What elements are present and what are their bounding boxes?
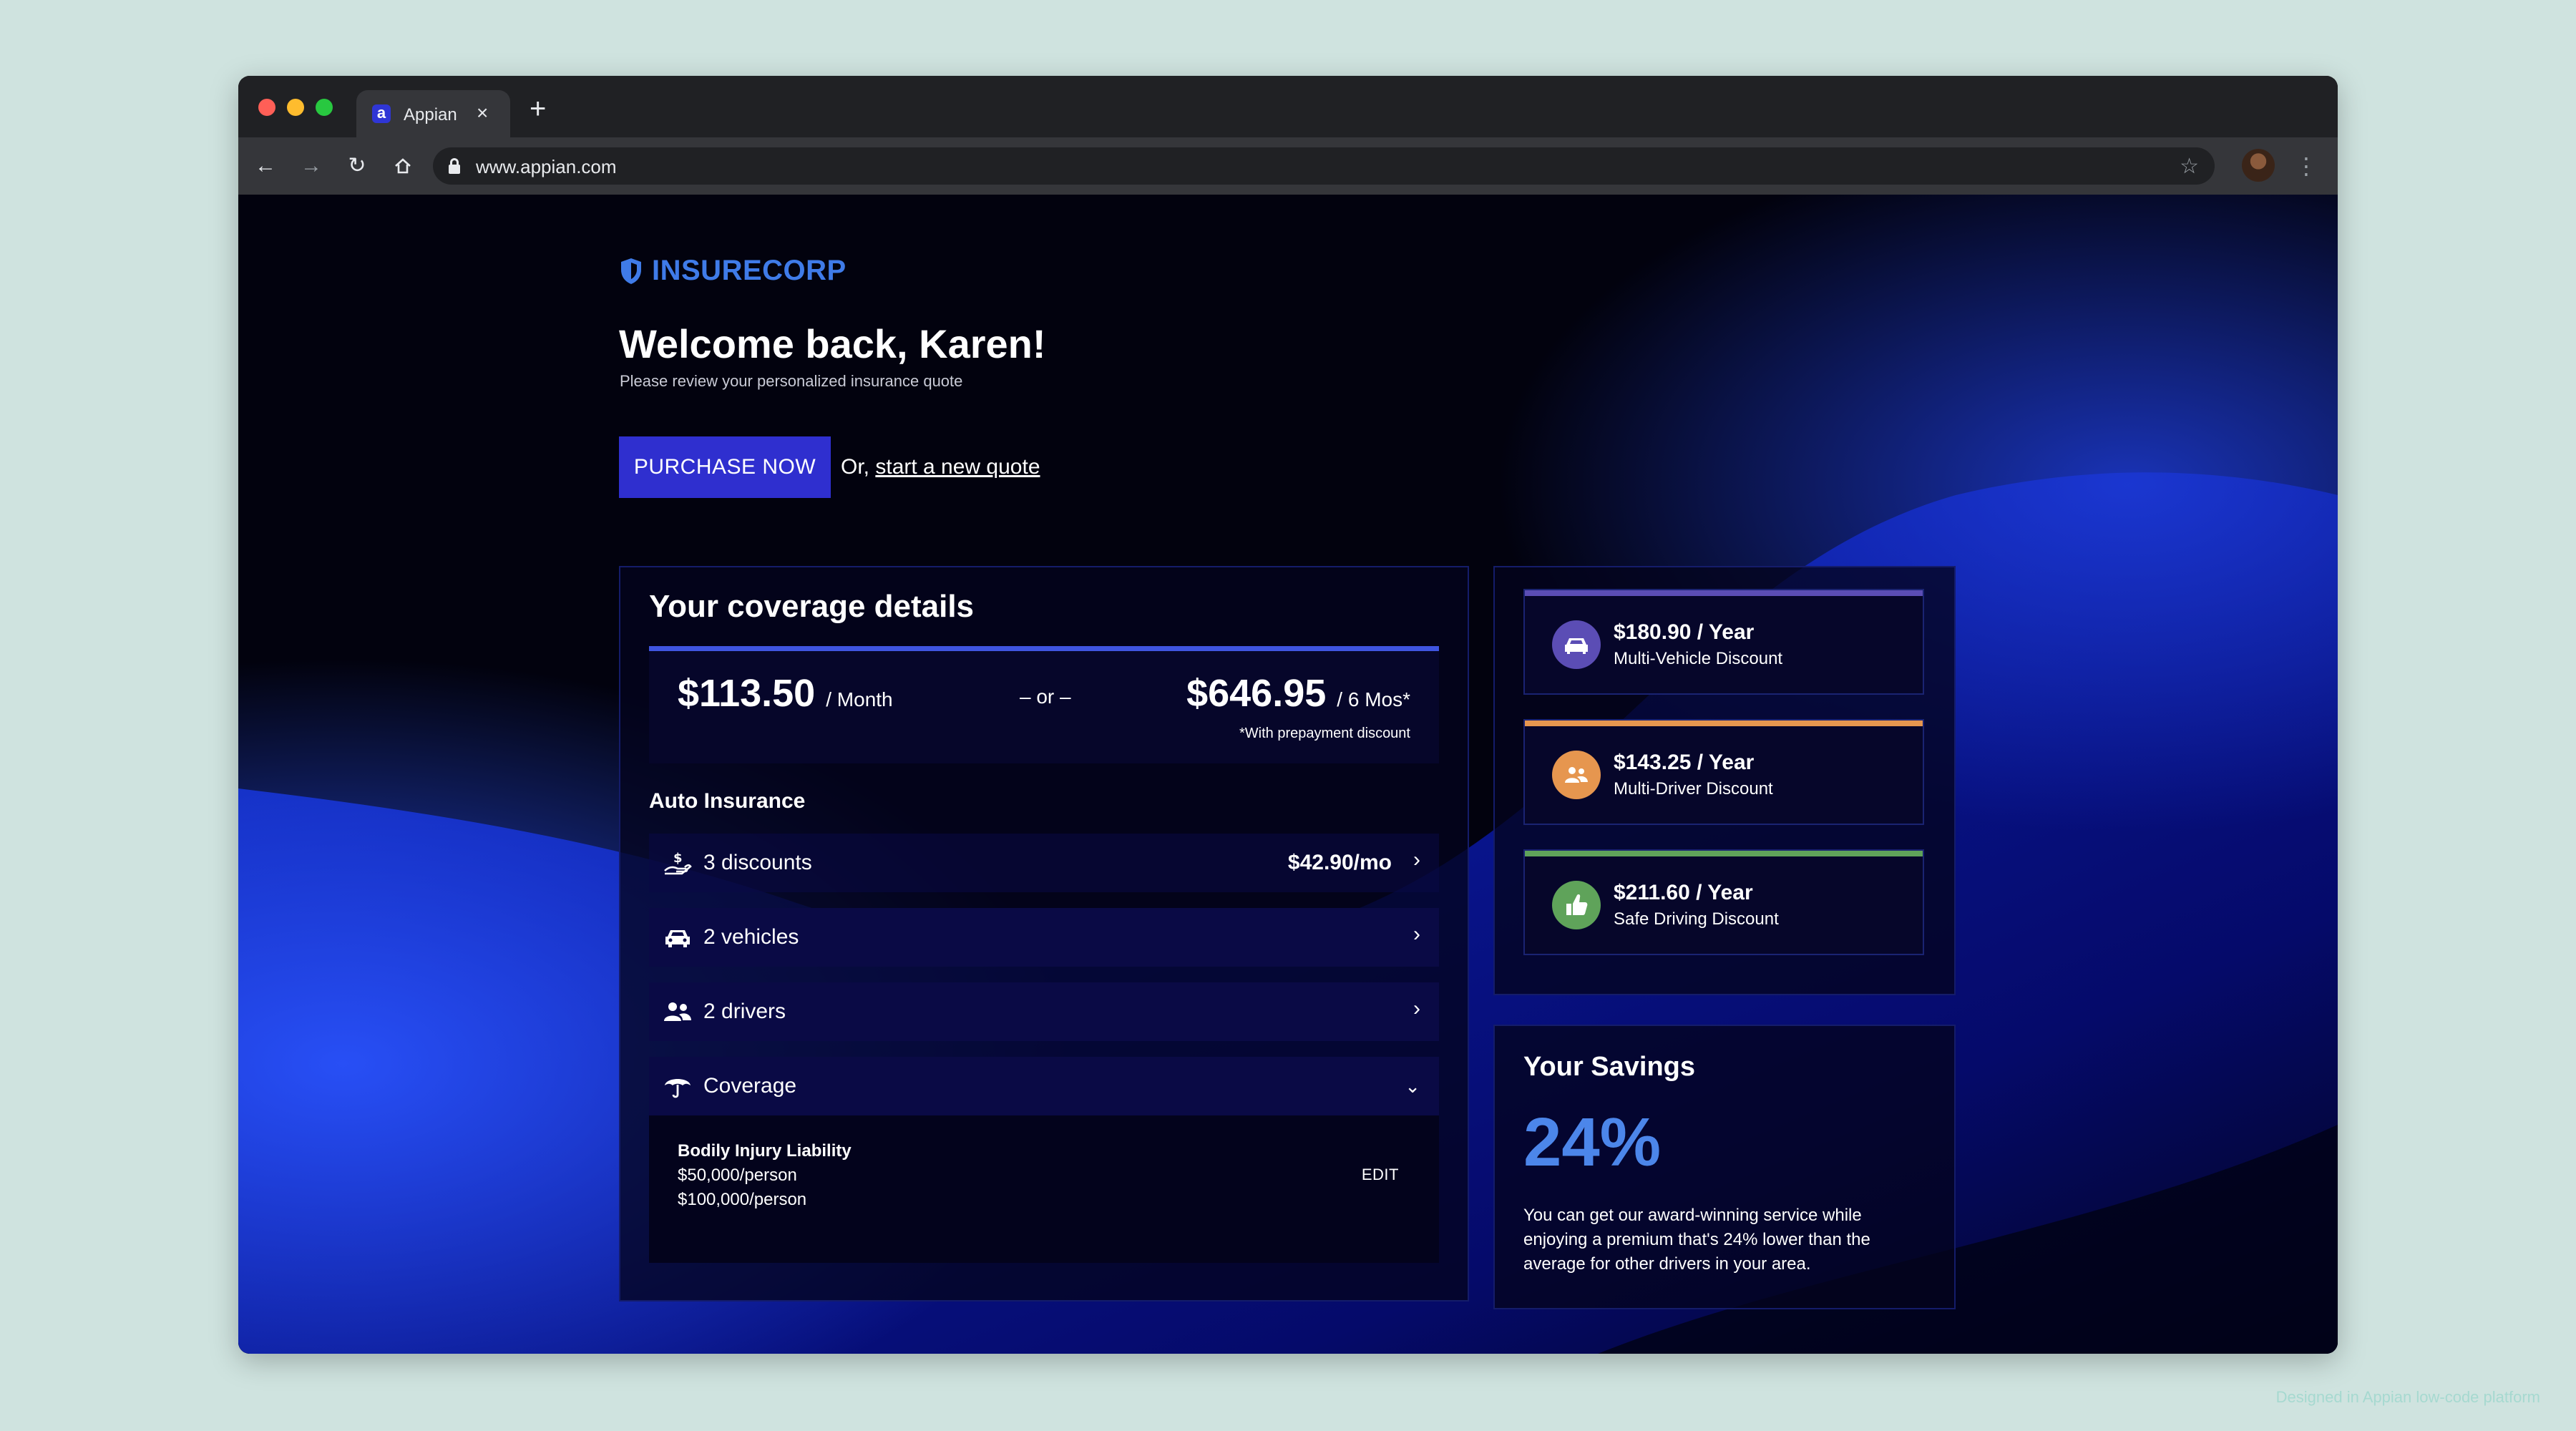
footer-note: Designed in Appian low-code platform bbox=[2275, 1388, 2540, 1406]
discounts-row-label: 3 discounts bbox=[703, 851, 812, 874]
tab-title: Appian bbox=[404, 105, 457, 124]
shield-icon bbox=[621, 258, 641, 284]
close-icon[interactable]: × bbox=[477, 102, 488, 124]
car-icon bbox=[1552, 620, 1601, 669]
address-bar[interactable]: www.appian.com ☆ bbox=[433, 147, 2215, 185]
discount-color-bar bbox=[1525, 590, 1923, 596]
price-summary: $113.50 / Month – or – $646.95 / 6 Mos* … bbox=[649, 646, 1439, 763]
coverage-row-label: Coverage bbox=[703, 1074, 797, 1098]
discounts-row-value: $42.90/mo bbox=[1287, 851, 1392, 874]
star-icon[interactable]: ☆ bbox=[2180, 154, 2199, 179]
discounts-card: $180.90 / Year Multi-Vehicle Discount $1… bbox=[1493, 566, 1956, 995]
tab-bar: a Appian × + bbox=[238, 76, 2338, 137]
hand-dollar-icon: $ bbox=[664, 851, 692, 875]
car-icon bbox=[665, 930, 690, 947]
or-prefix: Or, bbox=[841, 455, 870, 479]
reload-icon[interactable]: ↻ bbox=[341, 150, 373, 182]
drivers-row[interactable]: 2 drivers › bbox=[649, 982, 1439, 1041]
six-month-price-unit: / 6 Mos* bbox=[1337, 688, 1410, 710]
profile-avatar[interactable] bbox=[2242, 149, 2275, 182]
six-month-price: $646.95 / 6 Mos* bbox=[1186, 671, 1410, 716]
appian-favicon-icon: a bbox=[372, 104, 391, 123]
chevron-right-icon: › bbox=[1413, 922, 1420, 946]
coverage-detail-panel: Bodily Injury Liability $50,000/person $… bbox=[649, 1115, 1439, 1263]
savings-description: You can get our award-winning service wh… bbox=[1523, 1206, 1870, 1274]
vehicles-row[interactable]: 2 vehicles › bbox=[649, 908, 1439, 967]
discounts-row[interactable]: $ 3 discounts $42.90/mo › bbox=[649, 834, 1439, 892]
people-icon bbox=[1552, 751, 1601, 799]
vehicles-row-label: 2 vehicles bbox=[703, 925, 799, 949]
discount-label: Safe Driving Discount bbox=[1614, 909, 1779, 929]
thumbs-up-icon bbox=[1552, 881, 1601, 929]
umbrella-icon bbox=[665, 1079, 691, 1098]
multi-driver-discount: $143.25 / Year Multi-Driver Discount bbox=[1523, 719, 1924, 825]
forward-arrow-icon[interactable]: → bbox=[296, 150, 327, 182]
kebab-menu-icon[interactable]: ⋮ bbox=[2295, 150, 2318, 182]
home-icon[interactable] bbox=[387, 150, 419, 182]
savings-percent: 24% bbox=[1523, 1104, 1662, 1181]
discount-color-bar bbox=[1525, 851, 1923, 856]
back-arrow-icon[interactable]: ← bbox=[250, 150, 281, 182]
six-month-price-value: $646.95 bbox=[1186, 672, 1327, 715]
savings-card: Your Savings 24% You can get our award-w… bbox=[1493, 1025, 1956, 1309]
plus-icon[interactable]: + bbox=[530, 94, 546, 123]
new-quote-prompt: Or, start a new quote bbox=[841, 455, 1040, 479]
page-title: Welcome back, Karen! bbox=[619, 321, 1046, 366]
chevron-right-icon: › bbox=[1413, 848, 1420, 871]
discount-label: Multi-Vehicle Discount bbox=[1614, 649, 1783, 668]
discount-amount: $143.25 / Year bbox=[1614, 751, 1755, 774]
price-or-separator: – or – bbox=[1020, 685, 1071, 708]
edit-coverage-button[interactable]: EDIT bbox=[1362, 1166, 1399, 1184]
coverage-detail-line: $50,000/person bbox=[678, 1166, 797, 1185]
minimize-window-button[interactable] bbox=[287, 99, 304, 116]
coverage-detail-title: Bodily Injury Liability bbox=[678, 1141, 852, 1161]
page-viewport: INSURECORP Welcome back, Karen! Please r… bbox=[238, 195, 2338, 1354]
prepayment-note: *With prepayment discount bbox=[1239, 726, 1410, 741]
browser-window: a Appian × + ← → ↻ www.appian.com ☆ ⋮ IN… bbox=[238, 76, 2338, 1354]
discount-amount: $211.60 / Year bbox=[1614, 881, 1753, 904]
safe-driving-discount: $211.60 / Year Safe Driving Discount bbox=[1523, 849, 1924, 955]
start-new-quote-link[interactable]: start a new quote bbox=[875, 455, 1040, 479]
multi-vehicle-discount: $180.90 / Year Multi-Vehicle Discount bbox=[1523, 589, 1924, 695]
chevron-right-icon: › bbox=[1413, 997, 1420, 1020]
monthly-price-value: $113.50 bbox=[678, 672, 816, 715]
brand-name: INSURECORP bbox=[652, 255, 847, 286]
coverage-details-card: Your coverage details $113.50 / Month – … bbox=[619, 566, 1469, 1301]
savings-title: Your Savings bbox=[1523, 1052, 1696, 1082]
monthly-price: $113.50 / Month bbox=[678, 671, 893, 716]
drivers-row-label: 2 drivers bbox=[703, 1000, 786, 1023]
browser-tab[interactable]: a Appian × bbox=[356, 90, 510, 137]
lock-icon bbox=[449, 158, 460, 174]
url-text: www.appian.com bbox=[476, 156, 617, 177]
browser-toolbar: ← → ↻ www.appian.com ☆ ⋮ bbox=[238, 137, 2338, 195]
coverage-row[interactable]: Coverage ⌄ bbox=[649, 1057, 1439, 1115]
discount-amount: $180.90 / Year bbox=[1614, 620, 1755, 644]
page-subtitle: Please review your personalized insuranc… bbox=[620, 372, 963, 390]
purchase-now-button[interactable]: PURCHASE NOW bbox=[619, 436, 831, 498]
close-window-button[interactable] bbox=[258, 99, 275, 116]
discount-label: Multi-Driver Discount bbox=[1614, 779, 1773, 798]
discount-color-bar bbox=[1525, 721, 1923, 726]
maximize-window-button[interactable] bbox=[316, 99, 333, 116]
auto-insurance-label: Auto Insurance bbox=[649, 789, 806, 813]
monthly-price-unit: / Month bbox=[826, 688, 893, 710]
people-icon bbox=[664, 1002, 691, 1021]
svg-text:$: $ bbox=[673, 851, 683, 866]
coverage-detail-line: $100,000/person bbox=[678, 1190, 807, 1209]
coverage-title: Your coverage details bbox=[649, 589, 975, 624]
brand-logo[interactable]: INSURECORP bbox=[619, 255, 847, 287]
chevron-down-icon: ⌄ bbox=[1405, 1075, 1420, 1097]
